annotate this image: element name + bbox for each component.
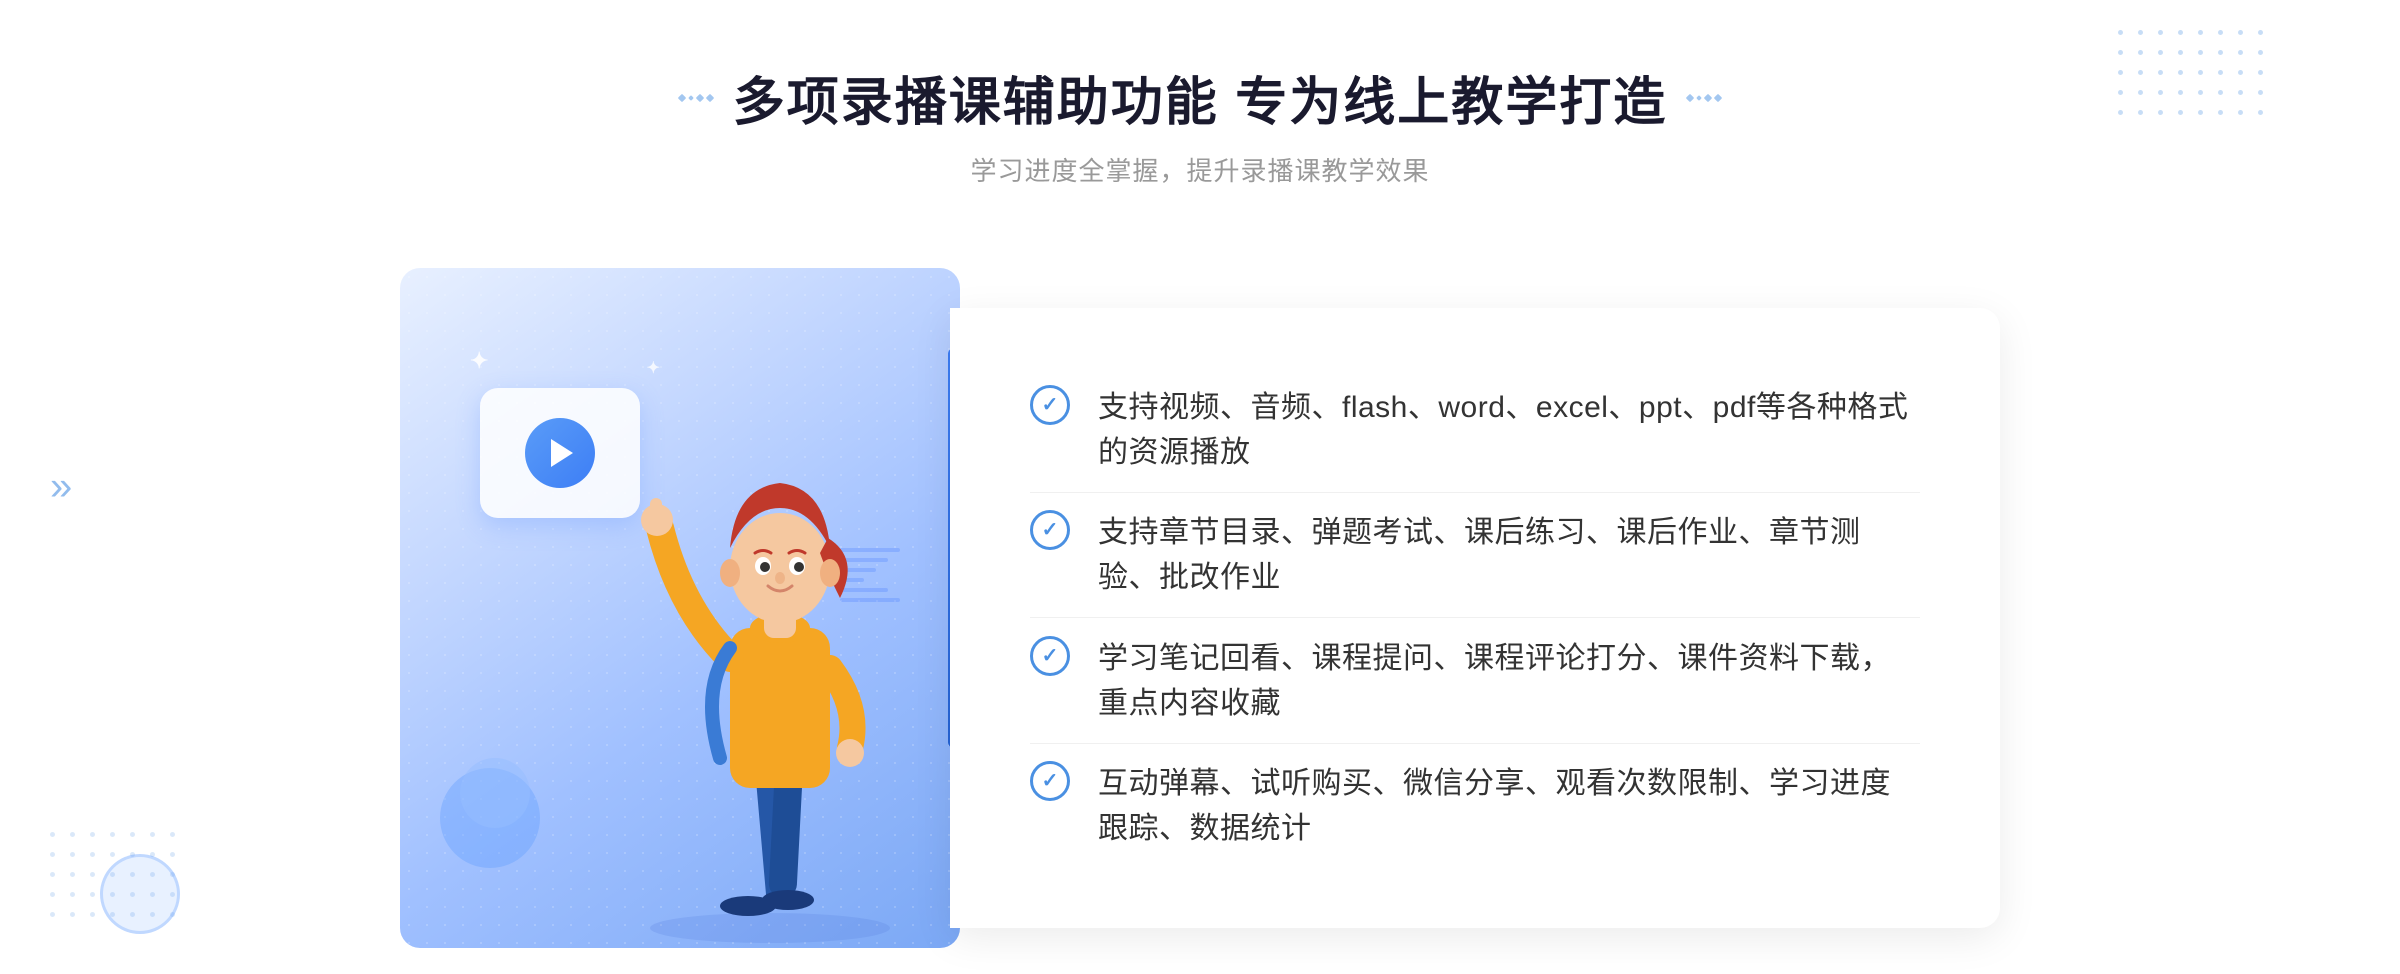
check-icon-1: ✓ <box>1030 385 1070 425</box>
check-mark-4: ✓ <box>1042 771 1059 791</box>
feature-text-3: 学习笔记回看、课程提问、课程评论打分、课件资料下载，重点内容收藏 <box>1098 636 1920 726</box>
feature-text-2: 支持章节目录、弹题考试、课后练习、课后作业、章节测验、批改作业 <box>1098 510 1920 600</box>
feature-text-1: 支持视频、音频、flash、word、excel、ppt、pdf等各种格式的资源… <box>1098 385 1920 475</box>
left-illustration-panel: ✦ ✦ <box>400 268 960 948</box>
check-icon-2: ✓ <box>1030 510 1070 550</box>
title-decoration-left <box>679 95 713 101</box>
check-mark-1: ✓ <box>1042 395 1059 415</box>
divider-2 <box>1030 617 1920 618</box>
play-triangle-icon <box>551 439 573 467</box>
bottom-circle-decoration <box>100 854 180 934</box>
circle-decoration-2 <box>460 758 530 828</box>
check-mark-3: ✓ <box>1042 646 1059 666</box>
page-title: 多项录播课辅助功能 专为线上教学打造 <box>733 60 1667 135</box>
left-arrow-decoration: » <box>50 465 72 510</box>
play-icon-circle <box>525 418 595 488</box>
title-decoration-right <box>1687 95 1721 101</box>
sparkle-icon-1: ✦ <box>470 348 488 374</box>
feature-item-2: ✓ 支持章节目录、弹题考试、课后练习、课后作业、章节测验、批改作业 <box>1030 494 1920 616</box>
divider-3 <box>1030 743 1920 744</box>
title-wrapper: 多项录播课辅助功能 专为线上教学打造 <box>679 60 1721 135</box>
feature-item-1: ✓ 支持视频、音频、flash、word、excel、ppt、pdf等各种格式的… <box>1030 369 1920 491</box>
page-subtitle: 学习进度全掌握，提升录播课教学效果 <box>679 151 1721 188</box>
header-section: 多项录播课辅助功能 专为线上教学打造 学习进度全掌握，提升录播课教学效果 <box>679 60 1721 188</box>
check-icon-4: ✓ <box>1030 761 1070 801</box>
person-illustration <box>600 408 940 948</box>
divider-1 <box>1030 492 1920 493</box>
check-icon-3: ✓ <box>1030 636 1070 676</box>
main-content: ✦ ✦ <box>400 248 2000 968</box>
check-mark-2: ✓ <box>1042 520 1059 540</box>
feature-item-3: ✓ 学习笔记回看、课程提问、课程评论打分、课件资料下载，重点内容收藏 <box>1030 620 1920 742</box>
page-container: » 多项录播课辅助功能 专为线上教学打造 学习进度全掌握，提升录播课教学效果 ✦ <box>0 0 2400 974</box>
feature-item-4: ✓ 互动弹幕、试听购买、微信分享、观看次数限制、学习进度跟踪、数据统计 <box>1030 745 1920 867</box>
right-features-panel: ✓ 支持视频、音频、flash、word、excel、ppt、pdf等各种格式的… <box>950 308 2000 928</box>
top-dots-decoration <box>2118 30 2270 122</box>
sparkle-icon-2: ✦ <box>647 358 660 378</box>
feature-text-4: 互动弹幕、试听购买、微信分享、观看次数限制、学习进度跟踪、数据统计 <box>1098 761 1920 851</box>
